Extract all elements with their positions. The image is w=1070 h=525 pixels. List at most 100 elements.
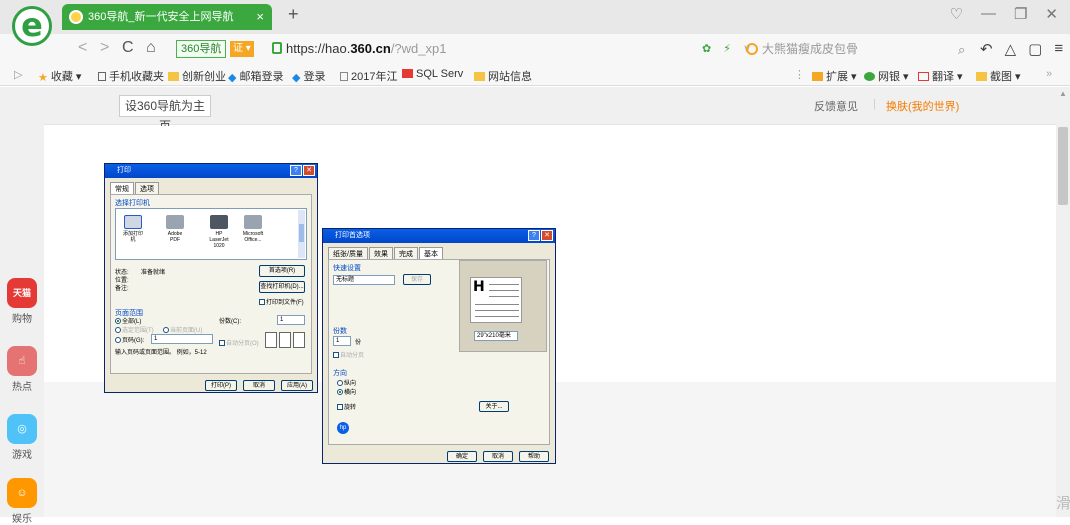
landscape-radio[interactable]: 横向 xyxy=(337,387,356,396)
help-icon[interactable]: ? xyxy=(290,165,302,176)
cancel-button[interactable]: 取消 xyxy=(243,380,275,391)
tool-label: 截图 ▾ xyxy=(990,71,1021,83)
ebank-button[interactable]: 网银 ▾ xyxy=(864,68,909,84)
range-all-radio[interactable]: 全部(L) xyxy=(115,316,141,325)
bookmark-mail-login[interactable]: ◆ 邮箱登录 xyxy=(228,68,283,84)
quick-set-select[interactable]: 无标题 xyxy=(333,275,395,285)
printer-icon xyxy=(244,215,262,229)
comment-label: 备注: xyxy=(115,286,129,292)
copies-stepper[interactable]: 1 xyxy=(333,336,351,346)
checkbox-icon xyxy=(333,352,339,358)
close-window-icon[interactable]: ✕ xyxy=(1045,5,1058,23)
preferences-button[interactable]: 首选项(R) xyxy=(259,265,305,277)
reload-button[interactable]: C xyxy=(122,39,134,57)
bookmark-favorites[interactable]: ★ 收藏 ▾ xyxy=(38,68,81,84)
bookmark-login[interactable]: ◆ 登录 xyxy=(292,68,325,84)
cancel-button[interactable]: 取消 xyxy=(483,451,513,462)
close-icon[interactable]: ✕ xyxy=(541,230,553,241)
scroll-thumb[interactable] xyxy=(299,224,304,242)
bookmark-mobile[interactable]: 手机收藏夹 xyxy=(98,68,164,84)
extensions-button[interactable]: 扩展 ▾ xyxy=(812,68,857,84)
bookmark-sql[interactable]: SQL Serv xyxy=(402,68,463,80)
save-button[interactable]: 保存 xyxy=(403,274,431,285)
scroll-up-icon[interactable]: ▲ xyxy=(1059,89,1067,98)
window-icon[interactable]: ▢ xyxy=(1028,40,1042,58)
screenshot-button[interactable]: 截图 ▾ xyxy=(976,68,1021,84)
orientation-label: 方向 xyxy=(333,370,347,377)
sidebar-item-entertainment[interactable]: ☺ 娱乐 xyxy=(6,478,38,525)
sidebar-item-shopping[interactable]: 天猫 购物 xyxy=(6,278,38,325)
range-current-radio[interactable]: 当前页面(U) xyxy=(163,325,202,334)
search-icon[interactable]: ⌕ xyxy=(958,42,965,58)
home-button[interactable]: ⌂ xyxy=(146,39,156,57)
printer-list[interactable]: 添加打印机 Adobe PDF HP LaserJet 1020 Microso… xyxy=(115,208,307,260)
search-input[interactable]: 大熊猫瘦成皮包骨 xyxy=(746,40,946,60)
preview-line xyxy=(489,290,519,291)
copies-stepper[interactable]: 1 xyxy=(277,315,305,325)
pages-input[interactable]: 1 xyxy=(151,334,213,344)
printer-label: Adobe PDF xyxy=(167,231,183,243)
menu-icon[interactable]: ≡ xyxy=(1054,40,1063,58)
url-field[interactable]: 360导航 证 ▾ https://hao.360.cn/?wd_xp1 xyxy=(172,38,692,60)
bookmark-site-info[interactable]: 网站信息 xyxy=(474,68,532,84)
site-badge[interactable]: 360导航 xyxy=(176,40,227,58)
sidebar-toggle-icon[interactable]: ▷ xyxy=(14,68,22,81)
print-button[interactable]: 打印(P) xyxy=(205,380,237,391)
diamond-icon: ◆ xyxy=(228,72,237,84)
printer-adobe[interactable]: Adobe PDF xyxy=(164,215,186,243)
browser-logo-icon[interactable]: e xyxy=(12,6,52,46)
close-icon[interactable]: ✕ xyxy=(303,165,315,176)
collate-checkbox[interactable]: 自动分页(O) xyxy=(219,338,259,347)
gear-icon[interactable]: ✿ xyxy=(702,42,711,55)
bookmark-innovation[interactable]: 创新创业 xyxy=(168,68,226,84)
page-scrollbar[interactable]: ▲ xyxy=(1056,87,1070,517)
select-printer-label: 选择打印机 xyxy=(115,200,150,207)
back-button[interactable]: < xyxy=(78,39,87,57)
preferences-body: 快速设置 无标题 保存 份数 1 份 自动分页 方向 纵向 横向 旋转 hp H… xyxy=(328,259,550,445)
printer-ms[interactable]: Microsoft Office... xyxy=(242,215,264,243)
sidebar-item-hot[interactable]: ☝ 热点 xyxy=(6,346,38,393)
about-button[interactable]: 关于... xyxy=(479,401,509,412)
print-to-file-checkbox[interactable]: 打印到文件(F) xyxy=(259,297,304,306)
more-icon[interactable]: ⋮ xyxy=(794,68,805,81)
scroll-thumb[interactable] xyxy=(1058,127,1068,205)
print-dialog-title: 打印 xyxy=(117,167,131,174)
find-printer-button[interactable]: 查找打印机(D)... xyxy=(259,281,305,293)
help-button[interactable]: 帮助 xyxy=(519,451,549,462)
new-tab-button[interactable]: + xyxy=(288,4,299,25)
active-tab[interactable]: 360导航_新一代安全上网导航 × xyxy=(62,4,272,30)
cloud-icon[interactable]: △ xyxy=(1005,40,1017,58)
bookmark-label: 登录 xyxy=(303,71,326,83)
change-skin-link[interactable]: 换肤(我的世界) xyxy=(886,98,959,114)
feedback-link[interactable]: 反馈意见 xyxy=(814,98,858,114)
translate-button[interactable]: 翻译 ▾ xyxy=(918,68,963,84)
printer-list-scrollbar[interactable] xyxy=(298,210,305,258)
print-tabs: 常规 选项 xyxy=(105,178,317,195)
sidebar-item-games[interactable]: ◎ 游戏 xyxy=(6,414,38,461)
undo-icon[interactable]: ↶ xyxy=(980,40,993,58)
bookmark-2017[interactable]: 2017年江 xyxy=(340,68,397,84)
lightning-icon[interactable]: ⚡ xyxy=(723,42,731,55)
forward-button[interactable]: > xyxy=(100,39,109,57)
diamond-icon: ◆ xyxy=(292,72,301,84)
restore-icon[interactable]: ❐ xyxy=(1014,5,1027,23)
set-homepage-button[interactable]: 设360导航为主页 xyxy=(119,95,211,133)
shield-icon[interactable]: ♡ xyxy=(950,5,963,23)
collate-page-icon xyxy=(265,332,277,348)
bookmark-label: SQL Serv xyxy=(416,68,464,80)
url-text[interactable]: https://hao.360.cn/?wd_xp1 xyxy=(286,41,446,56)
ok-button[interactable]: 确定 xyxy=(447,451,477,462)
collate-checkbox[interactable]: 自动分页 xyxy=(333,350,364,359)
range-pages-radio[interactable]: 页码(G): xyxy=(115,335,144,344)
minimize-icon[interactable]: — xyxy=(981,5,996,23)
printer-add[interactable]: 添加打印机 xyxy=(122,215,144,243)
printer-hp[interactable]: HP LaserJet 1020 xyxy=(208,215,230,249)
cert-badge[interactable]: 证 ▾ xyxy=(230,41,254,57)
tab-close-icon[interactable]: × xyxy=(256,4,264,30)
range-selection-radio[interactable]: 选定范围(T) xyxy=(115,325,154,334)
help-icon[interactable]: ? xyxy=(528,230,540,241)
overflow-icon[interactable]: » xyxy=(1046,68,1052,80)
apply-button[interactable]: 应用(A) xyxy=(281,380,313,391)
rotate-checkbox[interactable]: 旋转 xyxy=(337,402,356,411)
portrait-radio[interactable]: 纵向 xyxy=(337,378,356,387)
